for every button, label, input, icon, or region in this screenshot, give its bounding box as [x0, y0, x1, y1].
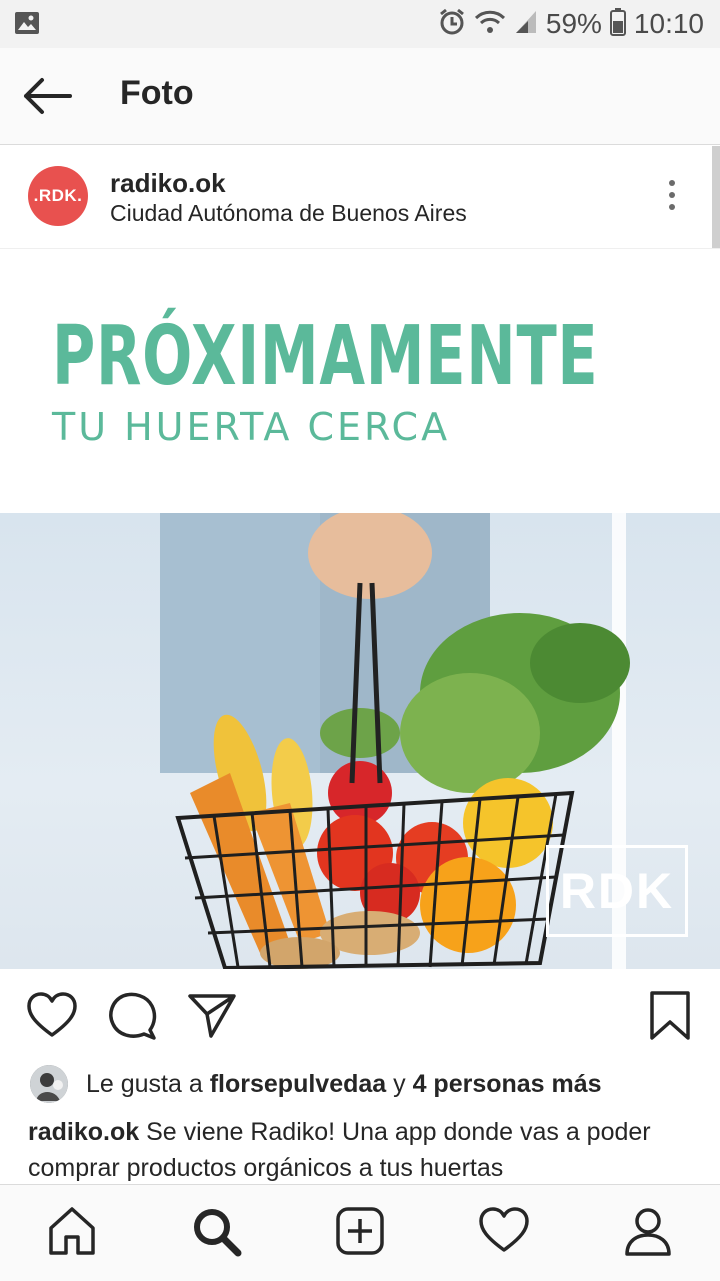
clock: 10:10: [633, 8, 704, 39]
post-image[interactable]: PRÓXIMAMENTE TU HUERTA CERCA RDK: [0, 249, 720, 969]
likes-joiner: y: [393, 1069, 406, 1098]
more-options-button[interactable]: [660, 180, 684, 216]
search-icon: [194, 1209, 242, 1257]
more-dot-icon: [669, 204, 675, 210]
add-icon: [336, 1207, 384, 1255]
likes-others[interactable]: 4 personas más: [413, 1070, 602, 1099]
rdk-watermark-text: RDK: [559, 863, 675, 919]
heart-icon: [27, 992, 77, 1037]
caption-username[interactable]: radiko.ok: [28, 1118, 139, 1146]
rdk-watermark: RDK: [546, 845, 688, 937]
nav-search[interactable]: [190, 1205, 242, 1257]
liker-username[interactable]: florsepulvedaa: [210, 1070, 386, 1099]
image-icon: [14, 10, 40, 41]
signal-icon: [514, 9, 538, 40]
nav-profile[interactable]: [622, 1205, 674, 1257]
page-title: Foto: [120, 74, 194, 112]
nav-home[interactable]: [46, 1205, 98, 1257]
post-caption: radiko.ok Se viene Radiko! Una app donde…: [28, 1114, 688, 1186]
save-button[interactable]: [644, 990, 696, 1042]
nav-add[interactable]: [334, 1205, 386, 1257]
bottom-nav: [0, 1184, 720, 1281]
promo-headline: PRÓXIMAMENTE: [52, 309, 599, 404]
nav-activity[interactable]: [478, 1205, 530, 1257]
battery-icon: [609, 7, 626, 41]
app-header: Foto: [0, 48, 720, 145]
bookmark-icon: [650, 991, 690, 1040]
share-button[interactable]: [186, 990, 238, 1042]
activity-icon: [479, 1207, 529, 1252]
arrow-left-icon: [24, 78, 72, 114]
more-dot-icon: [669, 192, 675, 198]
back-button[interactable]: [20, 74, 76, 118]
comment-icon: [109, 992, 157, 1040]
liker-avatar[interactable]: [30, 1065, 68, 1103]
likes-summary[interactable]: Le gusta a florsepulvedaa y 4 personas m…: [30, 1064, 602, 1104]
basket-photo: RDK: [0, 507, 720, 969]
post-username[interactable]: radiko.ok: [110, 168, 226, 199]
likes-prefix: Le gusta a: [86, 1069, 203, 1098]
post-actions: [0, 970, 720, 1062]
share-icon: [188, 994, 236, 1038]
battery-percent: 59%: [545, 8, 602, 39]
avatar[interactable]: .RDK.: [28, 166, 88, 226]
promo-subheadline: TU HUERTA CERCA: [52, 405, 451, 449]
like-button[interactable]: [26, 990, 78, 1042]
profile-icon: [625, 1208, 671, 1256]
post-location[interactable]: Ciudad Autónoma de Buenos Aires: [110, 200, 467, 227]
status-bar: 59% 10:10: [0, 0, 720, 48]
avatar-logo-text: .RDK.: [33, 186, 83, 205]
wifi-icon: [474, 9, 506, 40]
home-icon: [49, 1207, 95, 1255]
comment-button[interactable]: [106, 990, 158, 1042]
more-dot-icon: [669, 180, 675, 186]
post-header: .RDK. radiko.ok Ciudad Autónoma de Bueno…: [0, 146, 720, 249]
alarm-icon: [438, 8, 466, 41]
